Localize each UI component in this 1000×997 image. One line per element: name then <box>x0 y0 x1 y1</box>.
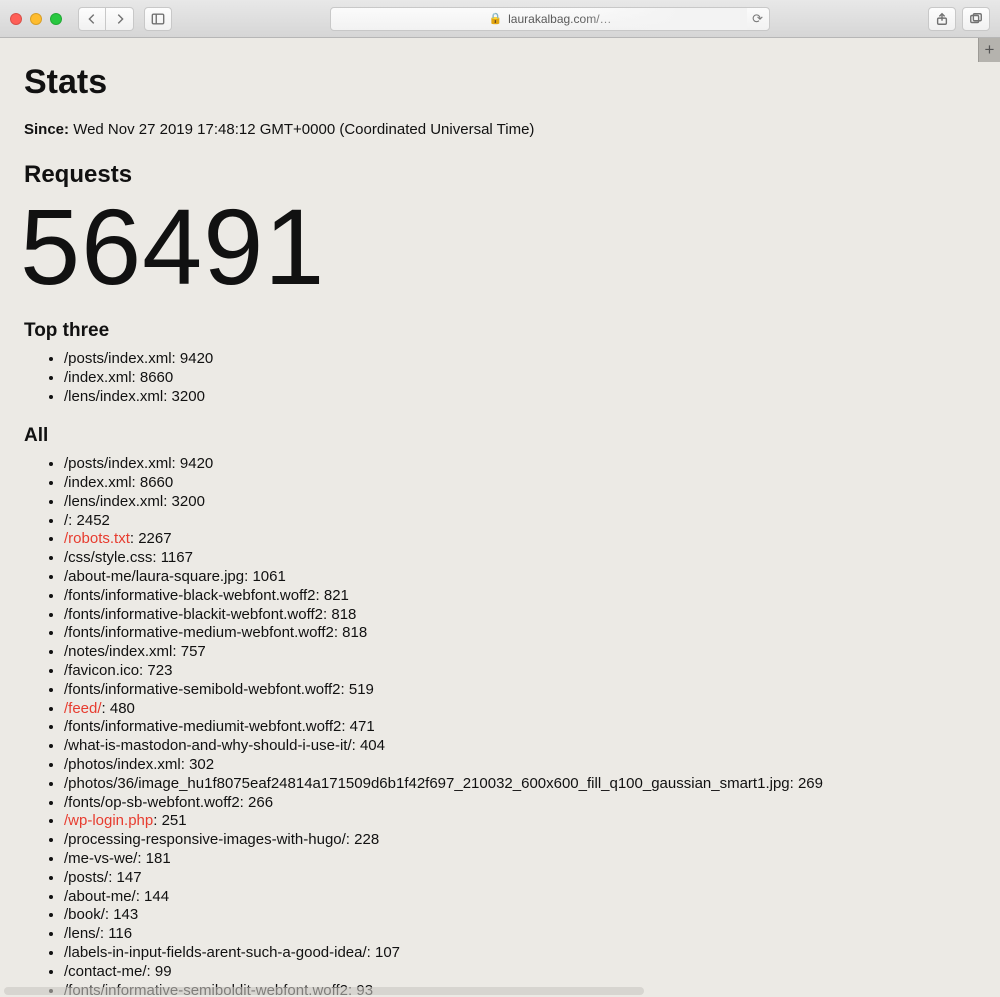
forward-button[interactable] <box>106 7 134 31</box>
request-path: /what-is-mastodon-and-why-should-i-use-i… <box>64 737 352 754</box>
request-path: /lens/ <box>64 925 100 942</box>
list-item: /posts/: 147 <box>64 869 976 887</box>
request-path: /fonts/informative-blackit-webfont.woff2 <box>64 606 323 623</box>
lock-icon: 🔒 <box>488 12 502 25</box>
list-item: /fonts/informative-medium-webfont.woff2:… <box>64 624 976 642</box>
list-item: /lens/: 116 <box>64 925 976 943</box>
request-path: /photos/36/image_hu1f8075eaf24814a171509… <box>64 775 790 792</box>
list-item: /: 2452 <box>64 512 976 530</box>
list-item: /notes/index.xml: 757 <box>64 643 976 661</box>
list-item: /fonts/informative-black-webfont.woff2: … <box>64 587 976 605</box>
list-item: /fonts/informative-mediumit-webfont.woff… <box>64 718 976 736</box>
request-path: /favicon.ico <box>64 662 139 679</box>
all-heading: All <box>24 424 976 447</box>
list-item: /index.xml: 8660 <box>64 369 976 387</box>
list-item: /posts/index.xml: 9420 <box>64 455 976 473</box>
request-path: /about-me/ <box>64 888 136 905</box>
requests-heading: Requests <box>24 160 976 189</box>
top-three-heading: Top three <box>24 319 976 342</box>
list-item: /photos/index.xml: 302 <box>64 756 976 774</box>
show-tabs-button[interactable] <box>962 7 990 31</box>
list-item: /processing-responsive-images-with-hugo/… <box>64 831 976 849</box>
list-item: /lens/index.xml: 3200 <box>64 388 976 406</box>
browser-viewport: + Stats Since: Wed Nov 27 2019 17:48:12 … <box>0 38 1000 997</box>
request-path: /index.xml <box>64 369 132 386</box>
request-path: /lens/index.xml <box>64 493 163 510</box>
address-truncation <box>577 8 747 30</box>
all-list: /posts/index.xml: 9420/index.xml: 8660/l… <box>24 455 976 997</box>
requests-total: 56491 <box>20 193 976 301</box>
sidebar-button[interactable] <box>144 7 172 31</box>
request-path: /contact-me/ <box>64 963 147 980</box>
browser-toolbar: 🔒 laurakalbag.com/… ⟳ <box>0 0 1000 38</box>
request-path: /posts/ <box>64 869 108 886</box>
list-item: /contact-me/: 99 <box>64 963 976 981</box>
top-three-list: /posts/index.xml: 9420/index.xml: 8660/l… <box>24 350 976 406</box>
list-item: /about-me/: 144 <box>64 888 976 906</box>
request-path: / <box>64 512 68 529</box>
reload-button[interactable]: ⟳ <box>752 11 763 27</box>
request-path: /robots.txt <box>64 530 130 547</box>
back-button[interactable] <box>78 7 106 31</box>
address-bar[interactable]: 🔒 laurakalbag.com/… ⟳ <box>330 7 770 31</box>
page-title: Stats <box>24 62 976 103</box>
list-item: /about-me/laura-square.jpg: 1061 <box>64 568 976 586</box>
request-path: /me-vs-we/ <box>64 850 137 867</box>
list-item: /index.xml: 8660 <box>64 474 976 492</box>
request-path: /fonts/informative-semibold-webfont.woff… <box>64 681 341 698</box>
list-item: /labels-in-input-fields-arent-such-a-goo… <box>64 944 976 962</box>
page-content: Stats Since: Wed Nov 27 2019 17:48:12 GM… <box>0 38 1000 997</box>
list-item: /me-vs-we/: 181 <box>64 850 976 868</box>
list-item: /css/style.css: 1167 <box>64 549 976 567</box>
since-value: Wed Nov 27 2019 17:48:12 GMT+0000 (Coord… <box>73 121 534 138</box>
request-path: /fonts/informative-black-webfont.woff2 <box>64 587 316 604</box>
sidebar-icon <box>151 12 165 26</box>
chevron-left-icon <box>85 12 99 26</box>
close-window-button[interactable] <box>10 13 22 25</box>
request-path: /index.xml <box>64 474 132 491</box>
share-button[interactable] <box>928 7 956 31</box>
request-path: /book/ <box>64 906 105 923</box>
toolbar-right <box>928 7 990 31</box>
request-path: /posts/index.xml <box>64 350 172 367</box>
request-path: /feed/ <box>64 700 102 717</box>
new-tab-button[interactable]: + <box>978 38 1000 62</box>
request-path: /about-me/laura-square.jpg <box>64 568 244 585</box>
since-line: Since: Wed Nov 27 2019 17:48:12 GMT+0000… <box>24 121 976 139</box>
list-item: /favicon.ico: 723 <box>64 662 976 680</box>
request-path: /lens/index.xml <box>64 388 163 405</box>
nav-back-forward <box>78 7 134 31</box>
minimize-window-button[interactable] <box>30 13 42 25</box>
list-item: /fonts/op-sb-webfont.woff2: 266 <box>64 794 976 812</box>
list-item: /robots.txt: 2267 <box>64 530 976 548</box>
zoom-window-button[interactable] <box>50 13 62 25</box>
list-item: /photos/36/image_hu1f8075eaf24814a171509… <box>64 775 976 793</box>
list-item: /posts/index.xml: 9420 <box>64 350 976 368</box>
request-path: /fonts/informative-medium-webfont.woff2 <box>64 624 334 641</box>
horizontal-scrollbar[interactable] <box>4 987 644 995</box>
request-path: /fonts/informative-mediumit-webfont.woff… <box>64 718 341 735</box>
list-item: /fonts/informative-blackit-webfont.woff2… <box>64 606 976 624</box>
since-label: Since: <box>24 121 69 138</box>
chevron-right-icon <box>113 12 127 26</box>
request-path: /wp-login.php <box>64 812 153 829</box>
window-controls <box>10 13 62 25</box>
list-item: /what-is-mastodon-and-why-should-i-use-i… <box>64 737 976 755</box>
list-item: /wp-login.php: 251 <box>64 812 976 830</box>
request-path: /fonts/op-sb-webfont.woff2 <box>64 794 240 811</box>
request-path: /posts/index.xml <box>64 455 172 472</box>
list-item: /book/: 143 <box>64 906 976 924</box>
list-item: /feed/: 480 <box>64 700 976 718</box>
request-path: /photos/index.xml <box>64 756 181 773</box>
request-path: /labels-in-input-fields-arent-such-a-goo… <box>64 944 367 961</box>
request-path: /notes/index.xml <box>64 643 172 660</box>
list-item: /fonts/informative-semibold-webfont.woff… <box>64 681 976 699</box>
request-path: /css/style.css <box>64 549 152 566</box>
share-icon <box>935 12 949 26</box>
list-item: /lens/index.xml: 3200 <box>64 493 976 511</box>
request-path: /processing-responsive-images-with-hugo/ <box>64 831 346 848</box>
tabs-icon <box>969 12 983 26</box>
